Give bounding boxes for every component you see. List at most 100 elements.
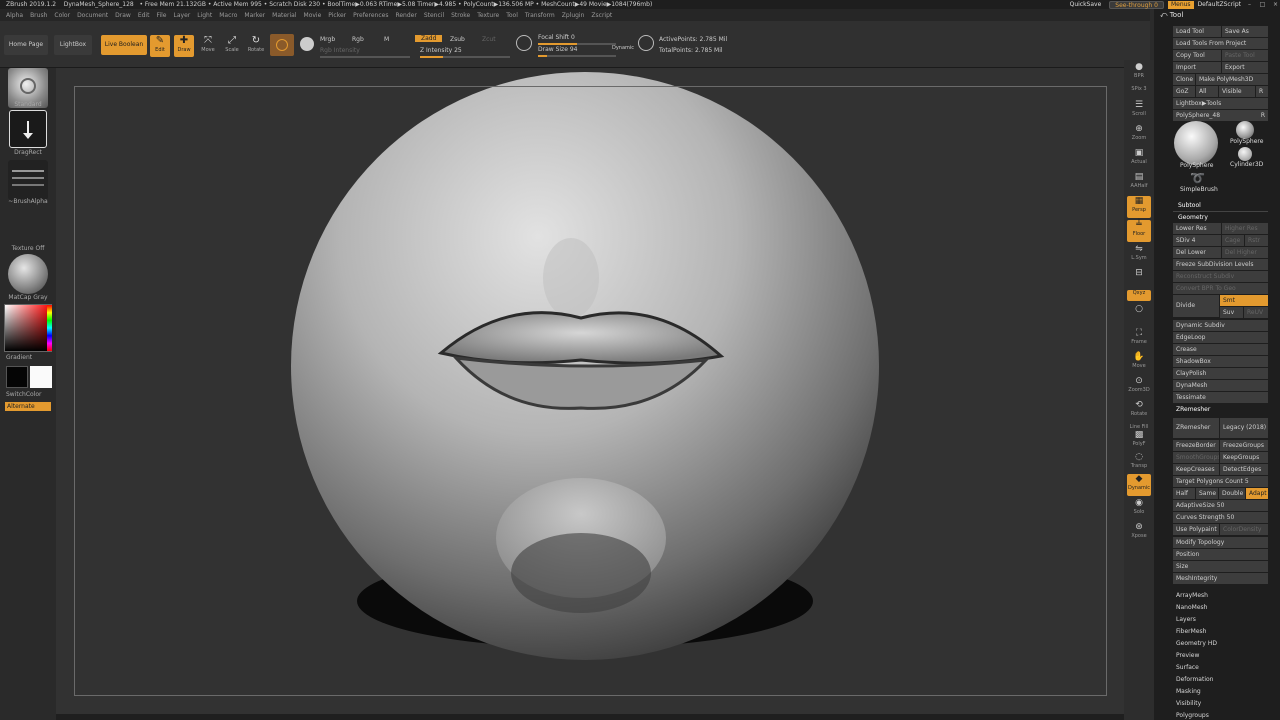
same-button[interactable]: Same <box>1196 488 1218 499</box>
lock-icon[interactable]: ⊟ <box>1127 268 1151 280</box>
simplebrush-icon[interactable]: ➰ <box>1190 171 1205 185</box>
rgb-intensity-slider[interactable]: Rgb Intensity <box>320 47 410 58</box>
home-page-button[interactable]: Home Page <box>4 35 48 55</box>
dynamesh-section[interactable]: DynaMesh <box>1173 380 1268 391</box>
maximize-icon[interactable]: □ <box>1258 0 1267 9</box>
adapt-toggle[interactable]: Adapt <box>1246 488 1268 499</box>
fibermesh-subpalette[interactable]: FiberMesh <box>1176 628 1206 635</box>
menu-item[interactable]: File <box>156 12 166 19</box>
menu-item[interactable]: Render <box>395 12 416 19</box>
menu-item[interactable]: Marker <box>244 12 265 19</box>
reconstruct-subdiv-button[interactable]: Reconstruct Subdiv <box>1173 271 1268 282</box>
size-section[interactable]: Size <box>1173 561 1268 572</box>
import-button[interactable]: Import <box>1173 62 1221 73</box>
freeze-subdivision-button[interactable]: Freeze SubDivision Levels <box>1173 259 1268 270</box>
shadowbox-section[interactable]: ShadowBox <box>1173 356 1268 367</box>
menu-item[interactable]: Stencil <box>424 12 444 19</box>
divide-button[interactable]: Divide <box>1173 295 1219 317</box>
keep-creases-toggle[interactable]: KeepCreases <box>1173 464 1219 475</box>
primary-color-swatch[interactable] <box>6 366 28 388</box>
xpose-button[interactable]: ⊛ Xpose <box>1127 522 1151 544</box>
edgeloop-section[interactable]: EdgeLoop <box>1173 332 1268 343</box>
half-button[interactable]: Half <box>1173 488 1195 499</box>
nanomesh-subpalette[interactable]: NanoMesh <box>1176 604 1207 611</box>
modify-topology-section[interactable]: Modify Topology <box>1173 537 1268 548</box>
polygroups-subpalette[interactable]: Polygroups <box>1176 712 1209 719</box>
freeze-border-toggle[interactable]: FreezeBorder <box>1173 440 1219 451</box>
goz-visible-button[interactable]: Visible <box>1219 86 1255 97</box>
menu-item[interactable]: Material <box>272 12 296 19</box>
actual-button[interactable]: ▣ Actual <box>1127 148 1151 170</box>
zremesher-button[interactable]: ZRemesher <box>1173 418 1219 438</box>
del-higher-button[interactable]: Del Higher <box>1222 247 1268 258</box>
bpr-button[interactable]: ● BPR <box>1127 62 1151 84</box>
material-thumbnail[interactable] <box>8 254 48 294</box>
double-button[interactable]: Double <box>1219 488 1245 499</box>
menu-item[interactable]: Zplugin <box>562 12 585 19</box>
move-mode-button[interactable]: ⤧ Move <box>198 35 218 57</box>
zcut-button[interactable]: Zcut <box>482 36 496 43</box>
convert-bpr-button[interactable]: Convert BPR To Geo <box>1173 283 1268 294</box>
menu-item[interactable]: Draw <box>115 12 131 19</box>
zremesher-section[interactable]: ZRemesher <box>1176 406 1210 413</box>
m-button[interactable]: M <box>384 36 389 43</box>
menu-item[interactable]: Document <box>77 12 108 19</box>
menu-item[interactable]: Light <box>197 12 212 19</box>
stroke-thumbnail[interactable] <box>9 110 47 148</box>
minimize-icon[interactable]: – <box>1245 0 1254 9</box>
rstr-button[interactable]: Rstr <box>1245 235 1268 246</box>
move-view-button[interactable]: ✋ Move <box>1127 352 1151 374</box>
aahalf-button[interactable]: ▤ AAHalf <box>1127 172 1151 194</box>
polysphere-slider[interactable]: PolySphere_48 R <box>1173 110 1268 121</box>
alpha-thumbnail[interactable] <box>8 160 48 200</box>
goz-r-button[interactable]: R <box>1256 86 1268 97</box>
detect-edges-toggle[interactable]: DetectEdges <box>1220 464 1268 475</box>
adaptive-size-slider[interactable]: AdaptiveSize 50 <box>1173 500 1268 511</box>
spix-slider[interactable]: SPix 3 <box>1127 86 1151 96</box>
copy-tool-button[interactable]: Copy Tool <box>1173 50 1221 61</box>
color-density-slider[interactable]: ColorDensity <box>1220 524 1268 535</box>
visibility-subpalette[interactable]: Visibility <box>1176 700 1201 707</box>
clone-button[interactable]: Clone <box>1173 74 1195 85</box>
frame-button[interactable]: ⛶ Frame <box>1127 328 1151 350</box>
tessimate-section[interactable]: Tessimate <box>1173 392 1268 403</box>
default-zscript-button[interactable]: DefaultZScript <box>1198 0 1241 9</box>
menu-item[interactable]: Alpha <box>6 12 23 19</box>
lightbox-button[interactable]: LightBox <box>54 35 92 55</box>
lsym-button[interactable]: ⇋ L.Sym <box>1127 244 1151 266</box>
lower-res-button[interactable]: Lower Res <box>1173 223 1221 234</box>
menu-item[interactable]: Texture <box>477 12 499 19</box>
linefill-button[interactable]: Line Fill ▩ PolyF <box>1127 424 1151 447</box>
menu-item[interactable]: Tool <box>506 12 518 19</box>
color-mode-icon[interactable] <box>300 37 314 51</box>
polysphere-small-thumbnail[interactable] <box>1236 121 1254 139</box>
zadd-button[interactable]: Zadd <box>415 35 443 42</box>
rgb-button[interactable]: Rgb <box>352 36 364 43</box>
edit-mode-button[interactable]: ✎ Edit <box>150 35 170 57</box>
dynamic-persp-button[interactable]: ◆ Dynamic <box>1127 474 1151 496</box>
sdiv-slider[interactable]: SDiv 4 <box>1173 235 1221 246</box>
menu-item[interactable]: Preferences <box>353 12 388 19</box>
menu-item[interactable]: Color <box>54 12 70 19</box>
save-as-button[interactable]: Save As <box>1222 26 1268 37</box>
collapse-icon[interactable]: ⤺ <box>1160 11 1167 19</box>
dynamic-subdiv-section[interactable]: Dynamic Subdiv <box>1173 320 1268 331</box>
suv-toggle[interactable]: Suv <box>1220 307 1243 318</box>
draw-mode-button[interactable]: ✚ Draw <box>174 35 194 57</box>
export-button[interactable]: Export <box>1222 62 1268 73</box>
zoom3d-button[interactable]: ⊙ Zoom3D <box>1127 376 1151 398</box>
see-through-slider[interactable]: See-through 0 <box>1109 0 1164 9</box>
cage-button[interactable]: Cage <box>1222 235 1244 246</box>
color-picker[interactable] <box>4 304 52 352</box>
scroll-button[interactable]: ☰ Scroll <box>1127 100 1151 122</box>
smooth-groups-toggle[interactable]: SmoothGroups <box>1173 452 1219 463</box>
menu-item[interactable]: Zscript <box>591 12 612 19</box>
zsub-button[interactable]: Zsub <box>450 36 465 43</box>
menu-item[interactable]: Macro <box>219 12 237 19</box>
transp-button[interactable]: ◌ Transp <box>1127 452 1151 474</box>
menu-item[interactable]: Edit <box>138 12 150 19</box>
cylinder3d-thumbnail[interactable] <box>1238 147 1252 161</box>
gyro-icon[interactable]: ○ <box>1127 304 1151 316</box>
load-tools-from-project-button[interactable]: Load Tools From Project <box>1173 38 1268 49</box>
menu-item[interactable]: Picker <box>328 12 346 19</box>
